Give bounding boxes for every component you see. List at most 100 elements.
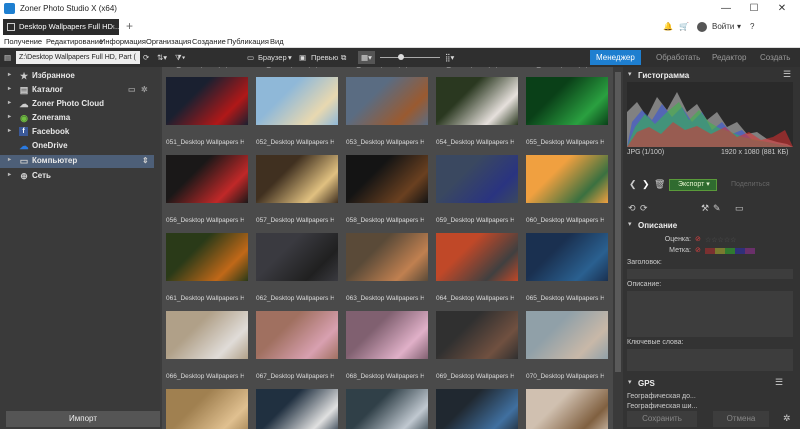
thumbnail-image[interactable] <box>526 155 608 203</box>
sidebar-item-computer[interactable]: ▸ ▭ Компьютер ⇕ <box>0 155 154 168</box>
browser-dropdown-icon[interactable]: ▾ <box>288 51 292 64</box>
thumbnail-image[interactable] <box>256 155 338 203</box>
thumbnail-item[interactable]: 062_Desktop Wallpapers H... <box>252 288 340 366</box>
sidebar-item-catalog[interactable]: ▸ ▤ Каталог ▭ ✲ <box>0 84 154 97</box>
rotate-right-icon[interactable]: ⟳ <box>640 203 648 214</box>
trash-icon[interactable]: 🗑 <box>654 179 665 190</box>
brush-icon[interactable]: ✎ <box>713 203 721 214</box>
thumbnail-item[interactable]: 070_Desktop Wallpapers H... <box>522 366 610 429</box>
thumbnail-image[interactable] <box>166 155 248 203</box>
thumbnail-item[interactable]: 049_Desktop Wallpapers H... <box>432 67 520 132</box>
minimize-button[interactable]: — <box>712 1 740 17</box>
menu-item-publish[interactable]: Публикация <box>227 37 269 46</box>
thumbnail-image[interactable] <box>346 389 428 429</box>
thumbnail-item[interactable]: 067_Desktop Wallpapers H... <box>252 366 340 429</box>
rating-stars[interactable]: ☆☆☆☆☆ <box>705 236 736 244</box>
thumbnail-item[interactable]: 058_Desktop Wallpapers H... <box>342 210 430 288</box>
sort-icon[interactable]: ⇅▾ <box>157 51 167 64</box>
thumbnail-image[interactable] <box>256 233 338 281</box>
label-clear-icon[interactable]: ⊘ <box>695 246 701 254</box>
chevron-down-icon[interactable]: ▾ <box>737 20 741 33</box>
expand-arrow-icon[interactable]: ▸ <box>8 156 11 163</box>
thumbnail-image[interactable] <box>436 77 518 125</box>
expand-arrow-icon[interactable]: ▸ <box>8 127 11 134</box>
collapse-arrow-icon[interactable]: ▾ <box>628 70 632 78</box>
thumbnail-item[interactable]: 050_Desktop Wallpapers H... <box>522 67 610 132</box>
thumbnail-item[interactable]: 064_Desktop Wallpapers H... <box>432 288 520 366</box>
collapse-arrow-icon[interactable]: ▾ <box>628 220 632 228</box>
thumbnail-item[interactable]: 047_Desktop Wallpapers H... <box>252 67 340 132</box>
sidebar-item-network[interactable]: ▸ ⊕ Сеть <box>0 170 154 183</box>
menu-icon[interactable]: ☰ <box>783 69 791 80</box>
thumbnail-image[interactable] <box>166 77 248 125</box>
export-button[interactable]: Экспорт ▾ <box>669 179 717 191</box>
slider-handle[interactable] <box>398 54 404 60</box>
close-tab-icon[interactable]: × <box>111 19 115 35</box>
thumbnail-image[interactable] <box>526 311 608 359</box>
thumbnail-item[interactable]: 057_Desktop Wallpapers H... <box>252 210 340 288</box>
thumbnail-item[interactable]: 054_Desktop Wallpapers H... <box>432 132 520 210</box>
thumbnail-image[interactable] <box>526 233 608 281</box>
path-input[interactable]: Z:\Desktop Wallpapers Full HD, Part ( <box>16 51 140 64</box>
menu-item-view[interactable]: Вид <box>270 37 284 46</box>
thumbnail-item[interactable]: 066_Desktop Wallpapers H... <box>162 366 250 429</box>
thumbnail-item[interactable]: 046_Desktop Wallpapers H... <box>162 67 250 132</box>
help-icon[interactable]: ? <box>750 20 754 33</box>
external-window-icon[interactable]: ⧉ <box>341 51 346 64</box>
thumbnail-item[interactable]: 053_Desktop Wallpapers H... <box>342 132 430 210</box>
thumbnail-image[interactable] <box>526 77 608 125</box>
expand-arrow-icon[interactable]: ▸ <box>8 99 11 106</box>
rotate-icon[interactable]: ⟲ <box>628 203 636 214</box>
grid-scrollbar-thumb[interactable] <box>615 72 621 372</box>
thumbnail-image[interactable] <box>346 155 428 203</box>
view-mode-icon[interactable]: ▦▾ <box>358 51 375 64</box>
folder-add-icon[interactable]: ▭ <box>128 85 136 94</box>
grid-icon[interactable]: ⣿▾ <box>445 51 454 64</box>
cancel-button[interactable]: Отмена <box>713 411 769 427</box>
thumbnail-item[interactable]: 065_Desktop Wallpapers H... <box>522 288 610 366</box>
sidebar-item-onedrive[interactable]: ☁ OneDrive <box>0 140 154 153</box>
thumbnail-image[interactable] <box>346 233 428 281</box>
thumbnail-image[interactable] <box>166 311 248 359</box>
sort-arrows-icon[interactable]: ⇕ <box>142 156 149 165</box>
thumbnail-image[interactable] <box>256 77 338 125</box>
next-arrow-icon[interactable]: ❯ <box>642 179 650 190</box>
expand-arrow-icon[interactable]: ▸ <box>8 171 11 178</box>
thumbnail-image[interactable] <box>256 389 338 429</box>
folder-icon[interactable]: ▤ <box>4 51 11 64</box>
thumbnail-item[interactable]: 060_Desktop Wallpapers H... <box>522 210 610 288</box>
bell-icon[interactable]: 🔔 <box>663 20 673 33</box>
rating-clear-icon[interactable]: ⊘ <box>695 235 701 243</box>
filter-icon[interactable]: ⧩▾ <box>175 51 185 64</box>
close-button[interactable]: ✕ <box>768 1 796 17</box>
thumbnail-item[interactable]: 055_Desktop Wallpapers H... <box>522 132 610 210</box>
browser-button[interactable]: Браузер <box>258 51 287 64</box>
expand-arrow-icon[interactable]: ▸ <box>8 71 11 78</box>
menu-item-organize[interactable]: Организация <box>146 37 191 46</box>
cart-icon[interactable]: 🛒 <box>679 20 689 33</box>
tab-editor[interactable]: Редактор <box>706 50 752 65</box>
menu-item-info[interactable]: Информация <box>100 37 146 46</box>
menu-item-edit[interactable]: Редактирование <box>46 37 103 46</box>
thumbnail-image[interactable] <box>436 311 518 359</box>
share-button[interactable]: Поделиться <box>731 181 770 188</box>
thumbnail-item[interactable]: 069_Desktop Wallpapers H... <box>432 366 520 429</box>
thumbnail-item[interactable]: 056_Desktop Wallpapers H... <box>162 210 250 288</box>
sidebar-item-favorites[interactable]: ▸ ★ Избранное <box>0 70 154 83</box>
thumbnail-image[interactable] <box>166 389 248 429</box>
tab-develop[interactable]: Обработать <box>650 50 706 65</box>
thumbnail-item[interactable]: 059_Desktop Wallpapers H... <box>432 210 520 288</box>
thumbnail-item[interactable]: 061_Desktop Wallpapers H... <box>162 288 250 366</box>
thumbnail-item[interactable]: 063_Desktop Wallpapers H... <box>342 288 430 366</box>
thumbnail-item[interactable]: 068_Desktop Wallpapers H... <box>342 366 430 429</box>
caption-textarea[interactable] <box>627 291 793 337</box>
import-button[interactable]: Импорт <box>6 411 160 427</box>
thumbnail-image[interactable] <box>526 389 608 429</box>
thumbnail-image[interactable] <box>436 155 518 203</box>
collapse-arrow-icon[interactable]: ▾ <box>628 378 632 386</box>
keywords-input[interactable] <box>627 349 793 371</box>
thumbnail-image[interactable] <box>436 389 518 429</box>
thumbnail-image[interactable] <box>256 311 338 359</box>
sidebar-item-zonerama[interactable]: ▸ ◉ Zonerama <box>0 112 154 125</box>
color-label-swatches[interactable] <box>705 248 755 254</box>
